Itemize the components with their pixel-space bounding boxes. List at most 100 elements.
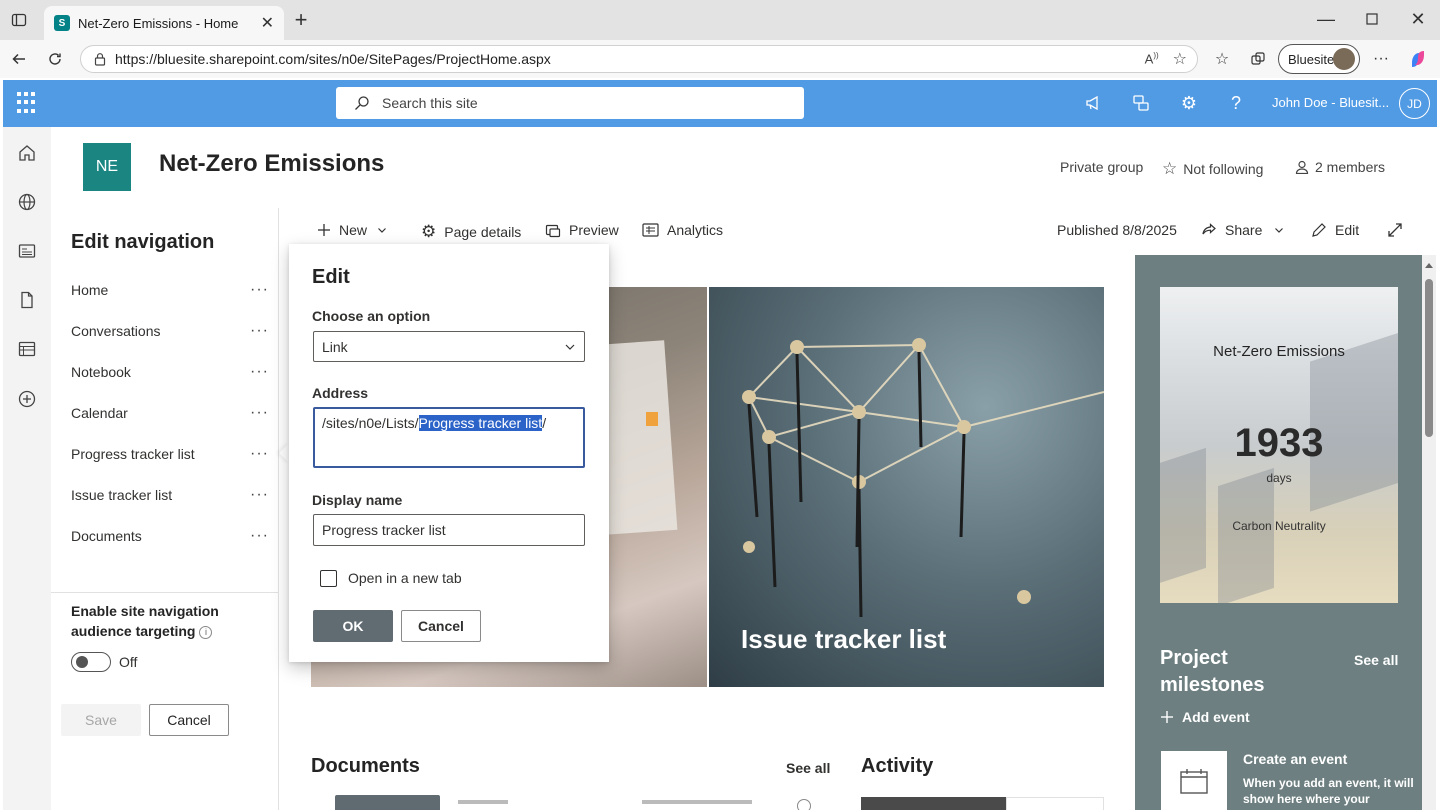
nav-item-documents[interactable]: Documents ···	[71, 524, 269, 548]
nav-item-label: Issue tracker list	[71, 487, 173, 503]
documents-see-all-link[interactable]: See all	[786, 760, 830, 776]
lists-icon[interactable]	[17, 339, 37, 359]
refresh-icon[interactable]	[41, 45, 69, 73]
user-name[interactable]: John Doe - Bluesit...	[1272, 95, 1389, 110]
activity-card[interactable]	[1006, 797, 1104, 810]
nav-item-progress-tracker-list[interactable]: Progress tracker list ···	[71, 442, 269, 466]
globe-icon[interactable]	[17, 192, 37, 212]
option-selected-value: Link	[322, 338, 348, 355]
edit-page-button[interactable]: Edit	[1311, 222, 1359, 238]
minimize-icon[interactable]: —	[1312, 5, 1340, 33]
info-icon[interactable]	[797, 799, 811, 810]
save-button[interactable]: Save	[61, 704, 141, 736]
site-logo[interactable]: NE	[83, 143, 131, 191]
announcement-icon[interactable]	[1082, 92, 1104, 114]
favorite-star-icon[interactable]: ☆	[1173, 49, 1187, 69]
feedback-icon[interactable]	[1130, 92, 1152, 114]
collections-icon[interactable]	[1244, 45, 1272, 73]
more-actions-icon[interactable]: ···	[250, 528, 269, 544]
more-actions-icon[interactable]: ···	[250, 364, 269, 380]
profile-avatar	[1333, 48, 1355, 70]
follow-button[interactable]: ☆ Not following	[1162, 159, 1263, 179]
preview-icon	[545, 224, 561, 238]
nav-item-calendar[interactable]: Calendar ···	[71, 401, 269, 425]
callout-title: Edit	[312, 266, 350, 288]
open-new-tab-checkbox[interactable]	[320, 570, 337, 587]
cancel-button[interactable]: Cancel	[149, 704, 229, 736]
more-actions-icon[interactable]: ···	[250, 282, 269, 298]
favorites-icon[interactable]: ☆	[1208, 45, 1236, 73]
new-tab-icon[interactable]: +	[287, 6, 315, 34]
documents-upload-button[interactable]	[458, 800, 508, 804]
settings-gear-icon[interactable]: ⚙	[1178, 92, 1200, 114]
countdown-number: 1933	[1234, 421, 1324, 465]
documents-new-button[interactable]	[335, 795, 440, 810]
app-launcher-icon[interactable]	[17, 92, 39, 114]
activity-thumbnail[interactable]	[861, 797, 1006, 810]
add-event-label: Add event	[1182, 709, 1250, 725]
maximize-icon[interactable]	[1358, 5, 1386, 33]
address-textarea[interactable]: /sites/n0e/Lists/Progress tracker list/	[313, 407, 585, 468]
milestones-see-all-link[interactable]: See all	[1354, 652, 1398, 668]
site-title[interactable]: Net-Zero Emissions	[159, 150, 384, 178]
tab-actions-icon[interactable]	[5, 6, 33, 34]
pencil-icon	[1312, 223, 1326, 237]
create-plus-icon[interactable]	[17, 389, 37, 409]
more-options-icon[interactable]: ···	[1367, 45, 1395, 73]
open-new-tab-label[interactable]: Open in a new tab	[348, 570, 462, 586]
home-icon[interactable]	[17, 143, 37, 163]
help-icon[interactable]: ?	[1225, 92, 1247, 114]
plus-icon	[318, 224, 330, 236]
analytics-button[interactable]: Analytics	[642, 222, 723, 238]
site-search-input[interactable]: Search this site	[336, 87, 804, 119]
callout-cancel-button[interactable]: Cancel	[401, 610, 481, 642]
audience-targeting-toggle[interactable]	[71, 652, 111, 672]
published-label: Published 8/8/2025	[1057, 222, 1177, 238]
window-close-icon[interactable]: ✕	[1404, 5, 1432, 33]
hero-tile-issue-tracker[interactable]: Issue tracker list	[709, 287, 1104, 687]
more-actions-icon[interactable]: ···	[250, 446, 269, 462]
document-icon[interactable]	[17, 290, 37, 310]
more-actions-icon[interactable]: ···	[250, 405, 269, 421]
share-button[interactable]: Share	[1201, 222, 1284, 238]
new-button[interactable]: New	[317, 222, 387, 238]
more-actions-icon[interactable]: ···	[250, 487, 269, 503]
back-icon[interactable]	[5, 45, 33, 73]
nav-item-home[interactable]: Home ···	[71, 278, 269, 302]
nav-item-issue-tracker-list[interactable]: Issue tracker list ···	[71, 483, 269, 507]
hero-image-sticky-note	[646, 412, 658, 426]
chevron-down-icon	[378, 228, 386, 233]
browser-tab-active[interactable]: S Net-Zero Emissions - Home ✕	[44, 6, 284, 40]
ok-button[interactable]: OK	[313, 610, 393, 642]
info-icon[interactable]: i	[199, 625, 213, 639]
plus-icon	[1161, 711, 1173, 723]
add-event-button[interactable]: Add event	[1160, 709, 1250, 725]
option-dropdown[interactable]: Link	[313, 331, 585, 362]
scroll-up-icon[interactable]	[1425, 263, 1433, 268]
address-suffix: /	[542, 415, 547, 431]
members-button[interactable]: 2 members	[1295, 159, 1385, 175]
close-tab-icon[interactable]: ✕	[261, 13, 274, 33]
suite-bar: Search this site ⚙ ? John Doe - Bluesit.…	[3, 80, 1437, 127]
read-aloud-icon[interactable]: A))	[1145, 51, 1159, 66]
copilot-icon[interactable]	[1404, 45, 1432, 73]
browser-profile-button[interactable]: Bluesite	[1278, 44, 1360, 74]
documents-section-title: Documents	[311, 755, 420, 777]
documents-view-selector[interactable]	[642, 800, 752, 804]
page-details-button[interactable]: ⚙ Page details	[421, 222, 521, 242]
page-scrollbar[interactable]	[1422, 255, 1436, 810]
display-name-field[interactable]: Progress tracker list	[313, 514, 585, 546]
more-actions-icon[interactable]: ···	[250, 323, 269, 339]
scrollbar-thumb[interactable]	[1425, 279, 1433, 437]
user-avatar[interactable]: JD	[1399, 88, 1430, 119]
display-name-label: Display name	[312, 492, 403, 508]
preview-button[interactable]: Preview	[545, 222, 619, 238]
nav-item-notebook[interactable]: Notebook ···	[71, 360, 269, 384]
milestones-title: Project milestones	[1160, 647, 1265, 696]
nav-item-conversations[interactable]: Conversations ···	[71, 319, 269, 343]
solar-panel-shape	[1160, 447, 1206, 587]
nav-item-label: Notebook	[71, 364, 131, 380]
url-field[interactable]: https://bluesite.sharepoint.com/sites/n0…	[80, 45, 1198, 73]
news-icon[interactable]	[17, 241, 37, 261]
expand-button[interactable]	[1387, 222, 1411, 238]
